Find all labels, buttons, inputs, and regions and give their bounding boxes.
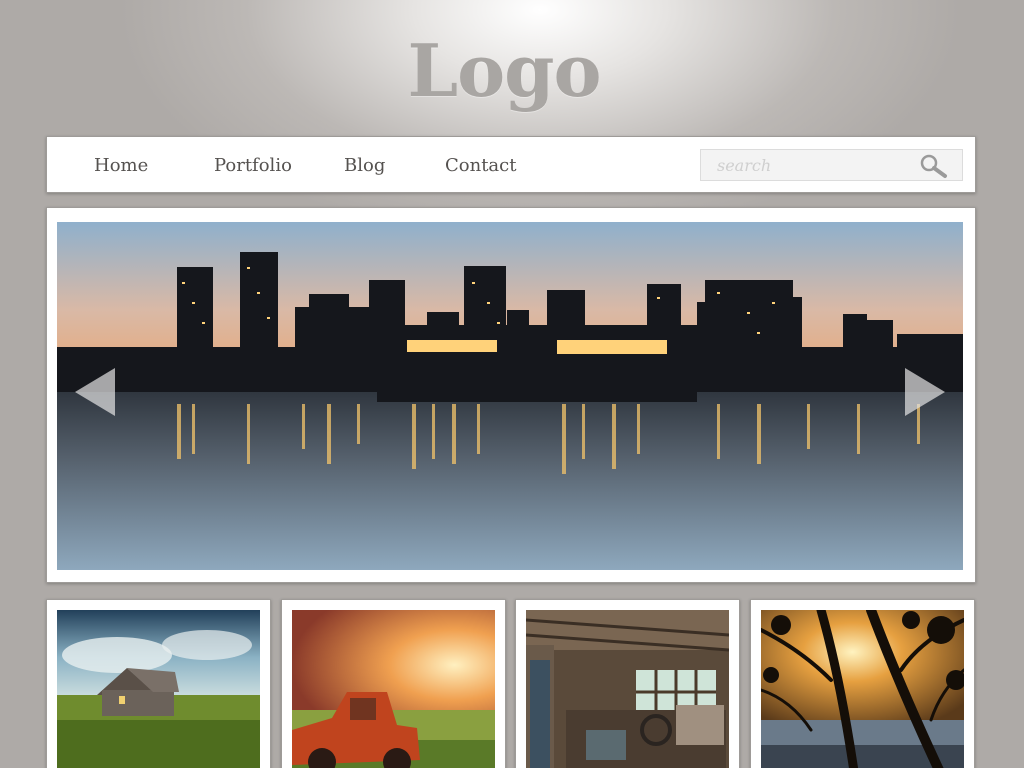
thumbnail-1[interactable] — [46, 599, 271, 768]
search-box — [700, 149, 963, 181]
nav-link-blog[interactable]: Blog — [344, 155, 385, 176]
thumbnail-image-red-truck — [292, 610, 495, 768]
thumbnail-4[interactable] — [750, 599, 975, 768]
search-icon[interactable] — [919, 153, 949, 179]
search-input[interactable] — [701, 150, 911, 180]
slider-image — [57, 222, 963, 570]
nav-link-portfolio[interactable]: Portfolio — [214, 155, 292, 176]
chevron-left-icon[interactable] — [73, 366, 117, 423]
main-navbar: Home Portfolio Blog Contact — [46, 136, 976, 193]
thumbnail-image-tree-sunset — [761, 610, 964, 768]
nav-link-contact[interactable]: Contact — [445, 155, 516, 176]
thumbnail-3[interactable] — [515, 599, 740, 768]
image-slider — [46, 207, 976, 583]
thumbnail-image-workshop — [526, 610, 729, 768]
thumbnail-2[interactable] — [281, 599, 506, 768]
thumbnail-image-farmhouse — [57, 610, 260, 768]
site-logo[interactable]: Logo — [0, 28, 1008, 113]
chevron-right-icon[interactable] — [903, 366, 947, 423]
nav-link-home[interactable]: Home — [94, 155, 148, 176]
